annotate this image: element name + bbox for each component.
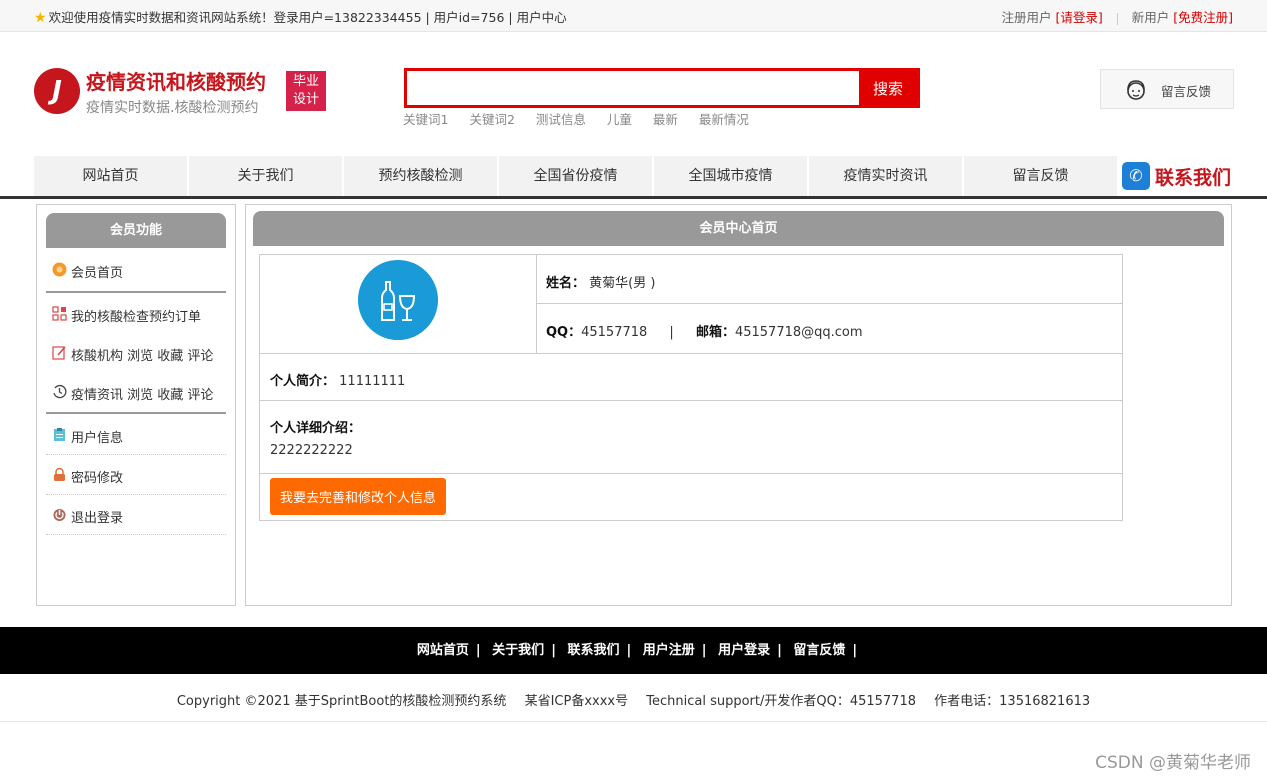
footer-link[interactable]: 网站首页 [417,643,469,658]
divider [1116,12,1118,25]
copyright: Copyright ©2021 基于SprintBoot的核酸检测预约系统 某省… [176,694,1091,709]
footer-link[interactable]: 用户注册 [643,643,695,658]
divider [46,412,226,414]
footer-links: 网站首页 | 关于我们 | 联系我们 | 用户注册 | 用户登录 | 留言反馈 | [0,627,1267,674]
register-user-label: 注册用户 [1001,10,1052,25]
avatar-cell [260,255,537,354]
clipboard-icon [54,428,65,441]
sidebar-item-password[interactable]: 密码修改 [46,456,226,494]
search-input[interactable] [407,71,859,105]
search-box: 搜索 [404,68,920,108]
divider [46,534,226,535]
divider [0,721,1267,722]
profile-card: 姓名： 黄菊华(男 ) QQ：45157718 | 邮箱：45157718@qq… [259,254,1123,521]
keyword-link[interactable]: 最新情况 [699,112,749,127]
sidebar-item-news[interactable]: 疫情资讯 浏览 收藏 评论 [46,373,226,411]
logo-subtitle: 疫情实时数据.核酸检测预约 [86,100,259,116]
new-user-label: 新用户 [1131,10,1170,25]
name-row: 姓名： 黄菊华(男 ) [546,276,656,291]
name-value: 黄菊华(男 ) [589,276,656,291]
footer-link[interactable]: 联系我们 [567,643,619,658]
feedback-button[interactable]: 留言反馈 [1100,69,1234,109]
home-icon [52,262,67,277]
avatar-bottle-glass-icon [358,260,438,340]
account-links: 注册用户 [请登录] 新用户 [免费注册] [1002,7,1234,26]
contact-row: QQ：45157718 | 邮箱：45157718@qq.com [546,325,863,340]
contact-us-link[interactable]: ✆ 联系我们 [1122,160,1242,192]
detail-label: 个人详细介绍： [270,421,362,436]
contact-label: 联系我们 [1155,167,1232,189]
member-sidebar: 会员功能 会员首页 我的核酸检查预约订单 核酸机构 浏览 收藏 评论 疫情资讯 … [36,204,236,606]
email-value: 45157718@qq.com [734,325,863,340]
power-icon [53,509,66,521]
nav-item-about[interactable]: 关于我们 [189,156,344,196]
divider [537,303,1122,304]
sidebar-item-user-info[interactable]: 用户信息 [46,416,226,454]
panel-title: 会员中心首页 [253,211,1224,246]
welcome-text: ★ 欢迎使用疫情实时数据和资讯网站系统！登录用户=13822334455 | 用户… [34,10,567,26]
footer-link[interactable]: 留言反馈 [793,643,845,658]
free-register-link[interactable]: [免费注册] [1173,10,1233,25]
logo-icon: J [34,68,80,114]
nav-item-feedback[interactable]: 留言反馈 [964,156,1119,196]
edit-profile-button[interactable]: 我要去完善和修改个人信息 [270,478,446,515]
divider [46,494,226,495]
divider [46,454,226,455]
footer-link[interactable]: 关于我们 [492,643,544,658]
search-button[interactable]: 搜索 [859,71,917,105]
phone-icon: ✆ [1122,162,1150,190]
site-logo[interactable]: J 疫情资讯和核酸预约 疫情实时数据.核酸检测预约 毕业 设计 [34,66,334,116]
keyword-link[interactable]: 关键词2 [469,112,514,127]
nav-divider [0,196,1267,199]
detail-row [260,401,1122,474]
detail-value: 2222222222 [270,443,353,458]
star-icon: ★ [34,10,47,26]
keyword-link[interactable]: 关键词1 [403,112,448,127]
feedback-label: 留言反馈 [1161,84,1212,99]
main-nav: 网站首页 关于我们 预约核酸检测 全国省份疫情 全国城市疫情 疫情实时资讯 留言… [34,156,1119,196]
sidebar-item-logout[interactable]: 退出登录 [46,496,226,534]
lock-icon [54,467,65,481]
nav-item-news[interactable]: 疫情实时资讯 [809,156,964,196]
history-icon [53,384,67,399]
keyword-link[interactable]: 最新 [653,112,678,127]
logo-title: 疫情资讯和核酸预约 [86,70,266,94]
keyword-link[interactable]: 儿童 [607,112,632,127]
sidebar-item-orders[interactable]: 我的核酸检查预约订单 [46,295,226,333]
qq-value: 45157718 [581,325,648,340]
top-bar: ★ 欢迎使用疫情实时数据和资讯网站系统！登录用户=13822334455 | 用户… [0,0,1267,32]
intro: 个人简介： 11111111 [270,374,406,389]
member-center-panel: 会员中心首页 姓名： 黄菊华(男 ) QQ：45157718 | 邮箱：4515… [245,204,1232,606]
sidebar-title: 会员功能 [46,213,226,248]
intro-value: 11111111 [339,374,406,389]
watermark: CSDN @黄菊华老师 [1095,753,1251,773]
nav-item-city[interactable]: 全国城市疫情 [654,156,809,196]
divider [46,291,226,293]
edit-icon [52,346,66,360]
headset-icon [1127,80,1145,100]
sidebar-item-home[interactable]: 会员首页 [46,251,226,289]
login-link[interactable]: [请登录] [1056,10,1103,25]
nav-item-booking[interactable]: 预约核酸检测 [344,156,499,196]
nav-item-home[interactable]: 网站首页 [34,156,189,196]
logo-badge: 毕业 设计 [286,71,326,111]
hot-keywords: 关键词1 关键词2 测试信息 儿童 最新 最新情况 [403,109,766,128]
footer-link[interactable]: 用户登录 [718,643,770,658]
sidebar-item-institutions[interactable]: 核酸机构 浏览 收藏 评论 [46,334,226,372]
nav-item-province[interactable]: 全国省份疫情 [499,156,654,196]
grid-icon [52,306,67,321]
keyword-link[interactable]: 测试信息 [536,112,586,127]
